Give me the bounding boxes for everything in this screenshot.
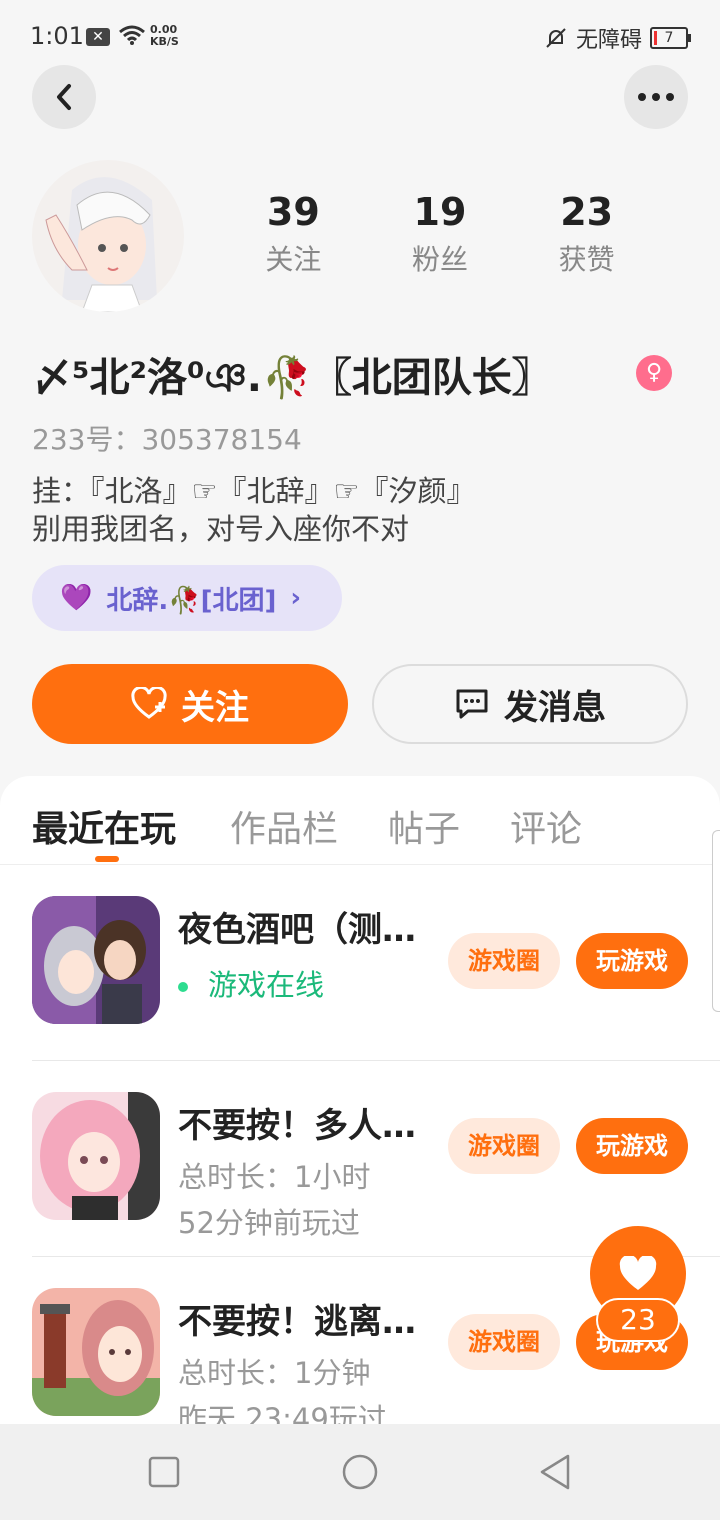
tab-indicator	[95, 856, 119, 862]
bell-muted-icon	[546, 28, 566, 48]
follow-button[interactable]: 关注	[32, 664, 348, 744]
game-row[interactable]: 不要按！多人联机 总时长：1小时 52分钟前玩过 游戏圈 玩游戏	[32, 1060, 720, 1257]
tab-recent-play[interactable]: 最近在玩	[32, 800, 176, 852]
game-last-played: 52分钟前玩过	[178, 1206, 360, 1240]
like-count: 23	[596, 1298, 680, 1342]
heart-icon: 💜	[60, 583, 93, 613]
battery-icon: 7	[650, 27, 691, 49]
back-triangle-icon[interactable]	[536, 1452, 576, 1492]
game-icon[interactable]	[32, 1092, 160, 1220]
stat-following[interactable]: 39 关注	[223, 190, 363, 278]
bio-line-2: 别用我团名，对号入座你不对	[32, 512, 410, 546]
avatar-image	[32, 160, 184, 312]
fans-count: 19	[413, 190, 467, 234]
game-circle-button[interactable]: 游戏圈	[448, 1314, 560, 1370]
side-drawer-handle[interactable]	[712, 830, 720, 1012]
team-label: 北辞.🥀[北团]	[106, 585, 277, 616]
following-label: 关注	[265, 243, 322, 276]
online-dot-icon	[178, 982, 188, 992]
following-count: 39	[266, 190, 320, 234]
heart-plus-icon	[131, 687, 167, 719]
team-badge[interactable]: 💜 北辞.🥀[北团] ›	[32, 565, 342, 631]
status-time: 1:01	[30, 22, 84, 50]
gender-female-icon: ♀	[636, 355, 672, 391]
chevron-right-icon: ›	[290, 583, 302, 613]
avatar[interactable]	[32, 160, 184, 312]
system-nav-bar	[0, 1424, 720, 1520]
stat-likes[interactable]: 23 获赞	[517, 190, 657, 278]
stat-fans[interactable]: 19 粉丝	[370, 190, 510, 278]
notification-x-icon: ✕	[86, 28, 110, 46]
game-status: 游戏在线	[178, 962, 324, 1004]
home-icon[interactable]	[340, 1452, 380, 1492]
back-button[interactable]	[32, 65, 96, 129]
game-row[interactable]: 夜色酒吧（测试） 游戏在线 游戏圈 玩游戏	[32, 864, 720, 1061]
profile-stats: 39 关注 19 粉丝 23 获赞	[220, 190, 660, 278]
message-label: 发消息	[504, 687, 606, 728]
tab-works[interactable]: 作品栏	[230, 800, 338, 852]
chevron-left-icon	[57, 84, 71, 110]
tab-comments[interactable]: 评论	[510, 800, 582, 852]
message-button[interactable]: 发消息	[372, 664, 688, 744]
online-label: 游戏在线	[208, 968, 325, 1002]
play-game-button[interactable]: 玩游戏	[576, 933, 688, 989]
likes-label: 获赞	[558, 243, 615, 276]
game-cover-image	[32, 1092, 160, 1220]
game-playtime: 总时长：1小时	[178, 1160, 371, 1194]
game-icon[interactable]	[32, 896, 160, 1024]
game-title: 夜色酒吧（测试）	[178, 910, 438, 950]
game-icon[interactable]	[32, 1288, 160, 1416]
heart-icon	[619, 1256, 657, 1290]
user-id: 233号：305378154	[32, 423, 302, 456]
follow-label: 关注	[181, 687, 249, 728]
bio-line-1: 挂：『北洛』☞『北辞』☞『汐颜』	[32, 474, 476, 508]
game-circle-button[interactable]: 游戏圈	[448, 1118, 560, 1174]
fans-label: 粉丝	[411, 243, 468, 276]
more-button[interactable]	[624, 65, 688, 129]
game-cover-image	[32, 896, 160, 1024]
game-title: 不要按！多人联机	[178, 1106, 438, 1146]
recent-apps-icon[interactable]	[144, 1452, 184, 1492]
play-game-button[interactable]: 玩游戏	[576, 1118, 688, 1174]
game-circle-button[interactable]: 游戏圈	[448, 933, 560, 989]
game-cover-image	[32, 1288, 160, 1416]
accessibility-label: 无障碍	[575, 28, 642, 53]
network-speed: 0.00 KB/S	[150, 24, 179, 48]
speed-unit: KB/S	[150, 35, 179, 48]
nickname: 〆⁵北²洛⁰ঞ.🥀〖北团队长〗	[32, 355, 552, 401]
status-bar: 1:01 ✕ 0.00 KB/S 无障碍 7	[0, 0, 720, 70]
wifi-icon	[119, 25, 145, 45]
chat-bubble-icon	[456, 689, 488, 719]
likes-count: 23	[560, 190, 614, 234]
tab-bar: 最近在玩 作品栏 帖子 评论	[0, 776, 720, 865]
more-dots-icon	[638, 93, 674, 101]
tab-posts[interactable]: 帖子	[388, 800, 460, 852]
bio: 挂：『北洛』☞『北辞』☞『汐颜』 别用我团名，对号入座你不对	[32, 472, 476, 548]
game-playtime: 总时长：1分钟	[178, 1356, 371, 1390]
game-title: 不要按！逃离医院	[178, 1302, 438, 1342]
